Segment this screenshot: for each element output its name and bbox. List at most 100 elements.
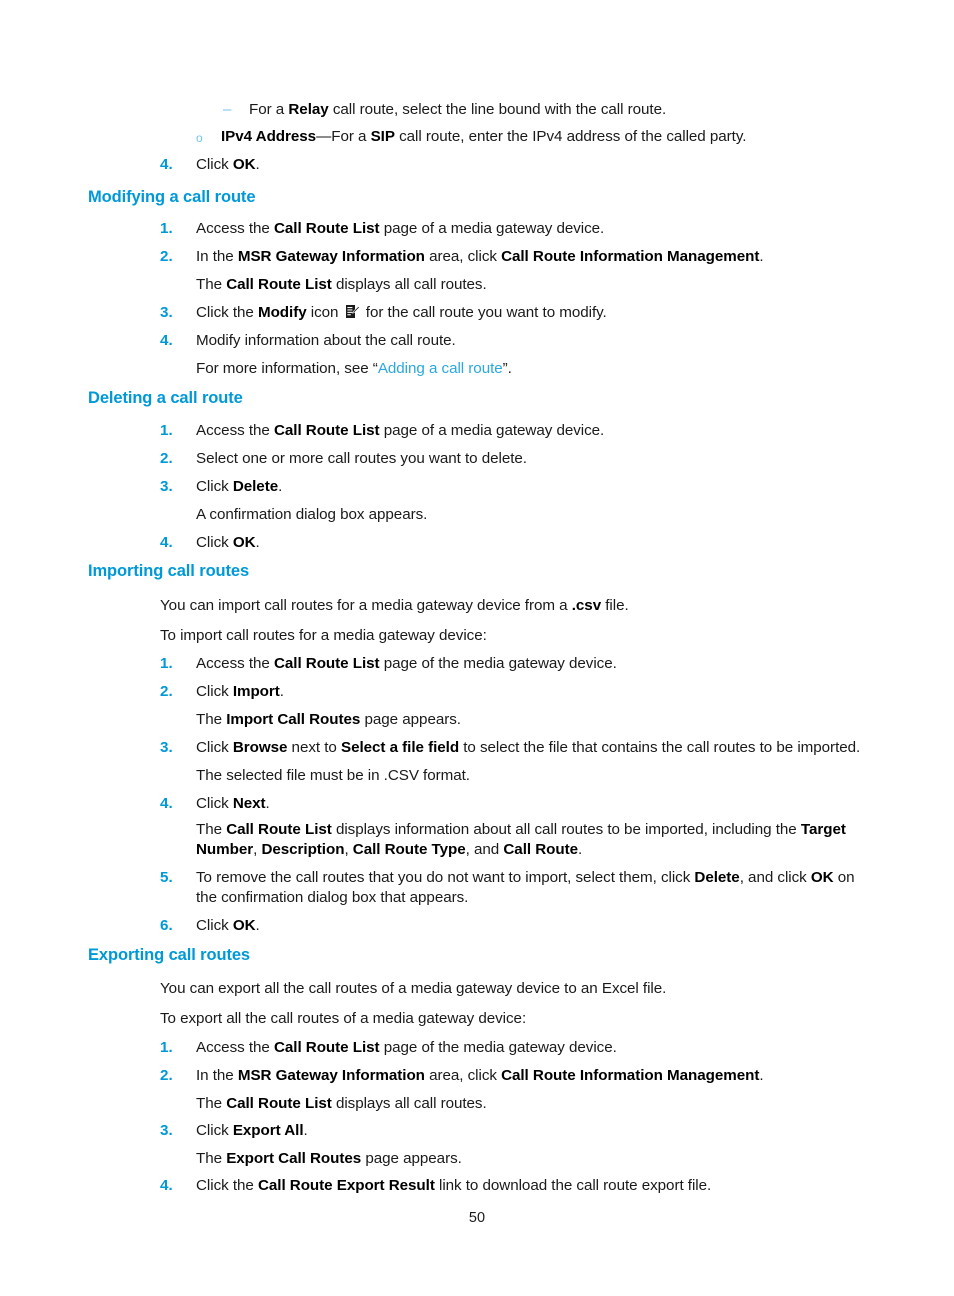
step-substep-text: The Call Route List displays information… (196, 820, 868, 860)
substep-bold-call-route: Call Route (503, 841, 578, 858)
step-prefix: Click the (196, 304, 258, 321)
substep-bold: Export Call Routes (226, 1150, 362, 1167)
step-prefix: Click (196, 1122, 233, 1139)
step-prefix: Select one or more call routes you want … (196, 450, 527, 467)
step-suffix: . (255, 534, 260, 551)
step-bold-next: Next (232, 795, 266, 812)
step-bold-import: Import (232, 683, 280, 700)
section-heading-modifying: Modifying a call route (88, 188, 256, 206)
step-prefix: Click (196, 917, 233, 934)
step-suffix: for the call route you want to modify. (361, 304, 607, 321)
step-prefix: Click (196, 795, 233, 812)
intro-prefix: You can import call routes for a media g… (160, 597, 572, 614)
step-bold-browse: Browse (232, 739, 288, 756)
step-text: Click the Call Route Export Result link … (196, 1176, 866, 1196)
step-suffix: . (278, 478, 283, 495)
step-substep-text: The Call Route List displays all call ro… (196, 1094, 866, 1114)
intro-prefix: To import call routes for a media gatewa… (160, 627, 487, 644)
section-heading-exporting: Exporting call routes (88, 946, 251, 964)
substep-suffix: ”. (502, 360, 512, 377)
substep-bold-description: Description (261, 841, 345, 858)
substep-prefix: For more information, see “ (196, 360, 378, 377)
step-bold-area: MSR Gateway Information (237, 248, 425, 265)
step-text: To remove the call routes that you do no… (196, 868, 870, 908)
step-prefix: Access the (196, 220, 274, 237)
step-text: Click Next. (196, 794, 866, 814)
step-bold-ok: OK (232, 917, 256, 934)
step-text: Access the Call Route List page of the m… (196, 1038, 866, 1058)
step-text: Modify information about the call route. (196, 331, 866, 351)
step-prefix: Modify information about the call route. (196, 332, 456, 349)
step-prefix: Click (196, 534, 233, 551)
step-bold-ok: OK (810, 869, 834, 886)
step-suffix: . (303, 1122, 308, 1139)
step-bold-link: Call Route Information Management (501, 248, 760, 265)
step-text: In the MSR Gateway Information area, cli… (196, 1066, 866, 1086)
step-p2: , and click (739, 869, 811, 886)
ipv4-bold-label: IPv4 Address (221, 128, 317, 145)
step-number: 1. (160, 220, 173, 237)
step-number: 6. (160, 917, 173, 934)
step-text: Click OK. (196, 916, 866, 936)
cross-reference-link[interactable]: Adding a call route (378, 360, 503, 377)
step-substep-text: A confirmation dialog box appears. (196, 505, 866, 525)
ipv4-bold-sip: SIP (370, 128, 395, 145)
intro-suffix: file. (601, 597, 629, 614)
step-bold-export-result: Call Route Export Result (257, 1177, 435, 1194)
step-suffix: . (265, 795, 270, 812)
ipv4-suffix: call route, enter the IPv4 address of th… (394, 128, 747, 145)
section-heading-importing: Importing call routes (88, 562, 250, 580)
intro-prefix: To export all the call routes of a media… (160, 1010, 527, 1027)
bullet-dash-marker: – (223, 101, 232, 118)
step-text: Click the Modify icon for the call route… (196, 303, 866, 323)
section-intro-text: You can export all the call routes of a … (160, 979, 866, 999)
document-page: – For a Relay call route, select the lin… (0, 0, 954, 1296)
step-prefix: Click the (196, 1177, 258, 1194)
step-number: 3. (160, 304, 173, 321)
step-text: Click Delete. (196, 477, 866, 497)
substep-suffix: displays all call routes. (331, 276, 487, 293)
step-number: 2. (160, 1067, 173, 1084)
page-number: 50 (468, 1210, 486, 1226)
step-bold-modify: Modify (257, 304, 307, 321)
substep-bold: Import Call Routes (226, 711, 361, 728)
step-number: 2. (160, 683, 173, 700)
section-intro-text: You can import call routes for a media g… (160, 596, 866, 616)
step-text: Click Browse next to Select a file field… (196, 738, 871, 758)
step-number: 3. (160, 478, 173, 495)
step-substep-text: For more information, see “Adding a call… (196, 359, 866, 379)
substep-bold-list: Call Route List (226, 821, 332, 838)
section-heading-deleting: Deleting a call route (88, 389, 243, 407)
step-substep-text: The Export Call Routes page appears. (196, 1149, 866, 1169)
substep-bold-route-type: Call Route Type (352, 841, 466, 858)
step-suffix: . (759, 1067, 764, 1084)
intro-prefix: You can export all the call routes of a … (160, 980, 667, 997)
step-prefix: Access the (196, 655, 274, 672)
step-number: 5. (160, 869, 173, 886)
step-suffix: . (279, 683, 284, 700)
step-number: 4. (160, 156, 173, 173)
step-mid: next to (287, 739, 341, 756)
step-number: 4. (160, 534, 173, 551)
substep-prefix: The (196, 1150, 227, 1167)
step-bold: Call Route List (273, 422, 380, 439)
step-suffix: page of the media gateway device. (379, 655, 617, 672)
substep-prefix: The (196, 711, 227, 728)
substep-p5: , and (465, 841, 504, 858)
substep-prefix: The selected file must be in .CSV format… (196, 767, 470, 784)
step-suffix: link to download the call route export f… (434, 1177, 712, 1194)
substep-suffix: page appears. (360, 711, 461, 728)
step-substep-text: The Call Route List displays all call ro… (196, 275, 866, 295)
substep-p4: , (344, 841, 353, 858)
step-text: Click OK. (196, 155, 866, 175)
step-number: 3. (160, 739, 173, 756)
substep-p1: The (196, 821, 227, 838)
step-substep-text: The Import Call Routes page appears. (196, 710, 866, 730)
step-number: 2. (160, 248, 173, 265)
step-number: 4. (160, 795, 173, 812)
step-suffix: page of the media gateway device. (379, 1039, 617, 1056)
ipv4-bullet-text: IPv4 Address—For a SIP call route, enter… (221, 127, 871, 147)
step-substep-text: The selected file must be in .CSV format… (196, 766, 866, 786)
step-suffix: page of a media gateway device. (379, 220, 605, 237)
step-number: 1. (160, 422, 173, 439)
